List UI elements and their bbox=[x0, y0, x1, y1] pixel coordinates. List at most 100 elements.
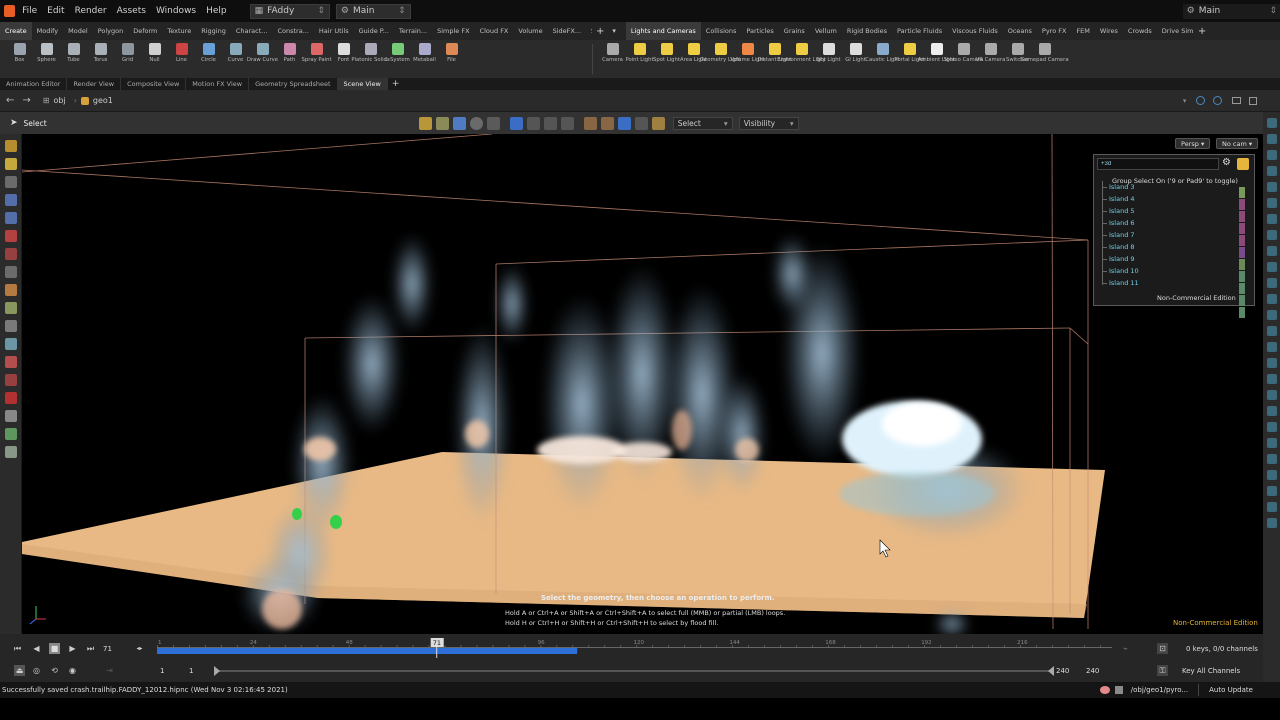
tool-gamepad-camera[interactable]: Gamepad Camera bbox=[1020, 41, 1069, 77]
go-to-end-icon[interactable]: ⏭ bbox=[85, 643, 96, 654]
select-visible-icon[interactable] bbox=[583, 116, 597, 130]
shelf-tab-grains[interactable]: Grains bbox=[779, 22, 810, 40]
key-all-channels[interactable]: Key All Channels bbox=[1182, 665, 1240, 677]
group-settings-icon[interactable] bbox=[1237, 158, 1249, 170]
path-geo[interactable]: geo1 bbox=[93, 96, 113, 105]
forward-arrow-icon[interactable]: → bbox=[22, 95, 30, 106]
chevron-down-icon[interactable]: ▾ bbox=[608, 27, 620, 35]
display-option-icon[interactable] bbox=[1266, 358, 1277, 368]
group-item[interactable]: Island 4 bbox=[1102, 193, 1237, 205]
display-option-icon[interactable] bbox=[1266, 342, 1277, 352]
shelf-tab-crowds[interactable]: Crowds bbox=[1123, 22, 1157, 40]
shelf-tab-rigid-bodies[interactable]: Rigid Bodies bbox=[842, 22, 892, 40]
tool-grid[interactable]: Grid bbox=[114, 41, 141, 77]
layout-icon[interactable] bbox=[1232, 97, 1242, 104]
tool-strip-icon[interactable] bbox=[4, 230, 17, 242]
menu-edit[interactable]: Edit bbox=[42, 6, 69, 16]
menu-file[interactable]: File bbox=[17, 6, 42, 16]
back-arrow-icon[interactable]: ← bbox=[6, 95, 14, 106]
group-item[interactable]: Island 9 bbox=[1102, 253, 1237, 265]
tool-line[interactable]: Line bbox=[168, 41, 195, 77]
path-obj[interactable]: obj bbox=[53, 96, 65, 105]
vertex-select-icon[interactable] bbox=[469, 116, 483, 130]
shelf-tab-pyro-fx[interactable]: Pyro FX bbox=[1037, 22, 1072, 40]
select-whole-icon[interactable] bbox=[617, 116, 631, 130]
key-icon[interactable]: ⚿ bbox=[1157, 665, 1168, 676]
shelf-tab-collisions[interactable]: Collisions bbox=[701, 22, 742, 40]
shelf-tab-12[interactable]: Terrain... bbox=[394, 22, 432, 40]
range-slider[interactable] bbox=[218, 670, 1054, 672]
range-end-field[interactable]: 240 bbox=[1056, 665, 1069, 677]
group-item[interactable]: Island 11 bbox=[1102, 277, 1237, 285]
visibility-dropdown[interactable]: Visibility ▾ bbox=[738, 116, 799, 130]
tool-caustic-light[interactable]: Caustic Light bbox=[865, 41, 900, 77]
camera-menu[interactable]: No cam ▾ bbox=[1216, 138, 1259, 149]
stop-icon[interactable]: ■ bbox=[49, 643, 60, 654]
current-frame-field[interactable]: 71 bbox=[103, 643, 131, 655]
tool-torus[interactable]: Torus bbox=[87, 41, 114, 77]
tool-strip-icon[interactable] bbox=[4, 212, 17, 224]
shelf-tab-5[interactable]: Deform bbox=[128, 22, 162, 40]
tool-point-light[interactable]: Point Light bbox=[625, 41, 654, 77]
display-option-icon[interactable] bbox=[1266, 118, 1277, 128]
display-option-icon[interactable] bbox=[1266, 310, 1277, 320]
select-islands-icon[interactable] bbox=[651, 116, 665, 130]
scene-viewport[interactable]: Persp ▾ No cam ▾ ⚙ Group Select On ('9 o… bbox=[22, 134, 1263, 634]
shelf-tab-8[interactable]: Charact... bbox=[231, 22, 273, 40]
group-mask-input[interactable] bbox=[1097, 158, 1219, 170]
tool-strip-icon[interactable] bbox=[4, 428, 17, 440]
group-item[interactable]: Island 7 bbox=[1102, 229, 1237, 241]
display-option-icon[interactable] bbox=[1266, 294, 1277, 304]
menu-render[interactable]: Render bbox=[70, 6, 112, 16]
tool-strip-icon[interactable] bbox=[4, 374, 17, 386]
shelf-tab-lights-and-cameras[interactable]: Lights and Cameras bbox=[625, 22, 701, 40]
tool-strip-icon[interactable] bbox=[4, 266, 17, 278]
display-option-icon[interactable] bbox=[1266, 438, 1277, 448]
menu-windows[interactable]: Windows bbox=[151, 6, 201, 16]
display-option-icon[interactable] bbox=[1266, 390, 1277, 400]
tool-curve[interactable]: Curve bbox=[222, 41, 249, 77]
tool-spray-paint[interactable]: Spray Paint bbox=[301, 41, 332, 77]
tool-strip-icon[interactable] bbox=[4, 320, 17, 332]
shelf-tab-14[interactable]: Cloud FX bbox=[475, 22, 514, 40]
maximize-icon[interactable] bbox=[1249, 96, 1258, 105]
tool-stereo-camera[interactable]: Stereo Camera bbox=[944, 41, 983, 77]
object-select-icon[interactable] bbox=[418, 116, 432, 130]
pane-tab-render-view[interactable]: Render View bbox=[67, 78, 122, 90]
pane-tab-motion-fx-view[interactable]: Motion FX View bbox=[186, 78, 250, 90]
group-item[interactable]: Island 6 bbox=[1102, 217, 1237, 229]
group-item[interactable]: Island 5 bbox=[1102, 205, 1237, 217]
tool-strip-icon[interactable] bbox=[4, 446, 17, 458]
shelf-tab-particles[interactable]: Particles bbox=[741, 22, 778, 40]
add-pane-tab-icon[interactable]: + bbox=[388, 79, 404, 89]
range-handle-end[interactable] bbox=[1048, 666, 1054, 676]
tool-null[interactable]: Null bbox=[141, 41, 168, 77]
tool-draw-curve[interactable]: Draw Curve bbox=[247, 41, 278, 77]
shelf-tab-drive-simulation[interactable]: Drive Simulation bbox=[1157, 22, 1194, 40]
tool-l-system[interactable]: L-System bbox=[384, 41, 411, 77]
select-groups-icon[interactable] bbox=[600, 116, 614, 130]
display-option-icon[interactable] bbox=[1266, 134, 1277, 144]
select-connectivity-icon[interactable] bbox=[634, 116, 648, 130]
tool-box[interactable]: Box bbox=[6, 41, 33, 77]
edge-select-icon[interactable] bbox=[486, 116, 500, 130]
display-option-icon[interactable] bbox=[1266, 502, 1277, 512]
display-option-icon[interactable] bbox=[1266, 246, 1277, 256]
tool-strip-icon[interactable] bbox=[4, 140, 17, 152]
shelf-tab-viscous-fluids[interactable]: Viscous Fluids bbox=[947, 22, 1003, 40]
display-option-icon[interactable] bbox=[1266, 262, 1277, 272]
display-option-icon[interactable] bbox=[1266, 278, 1277, 288]
start-frame-field[interactable]: 1 bbox=[160, 665, 164, 677]
display-option-icon[interactable] bbox=[1266, 470, 1277, 480]
display-option-icon[interactable] bbox=[1266, 422, 1277, 432]
menu-assets[interactable]: Assets bbox=[112, 6, 151, 16]
step-back-icon[interactable]: ◀ bbox=[31, 643, 42, 654]
shelf-tab-11[interactable]: Guide P... bbox=[354, 22, 394, 40]
display-option-icon[interactable] bbox=[1266, 198, 1277, 208]
pin-icon[interactable] bbox=[1196, 96, 1206, 105]
shelf-tab-particle-fluids[interactable]: Particle Fluids bbox=[892, 22, 947, 40]
display-option-icon[interactable] bbox=[1266, 454, 1277, 464]
play-icon[interactable]: ▶ bbox=[67, 643, 78, 654]
group-item[interactable]: Island 3 bbox=[1102, 181, 1237, 193]
loop-icon[interactable]: ⟲ bbox=[49, 665, 60, 676]
